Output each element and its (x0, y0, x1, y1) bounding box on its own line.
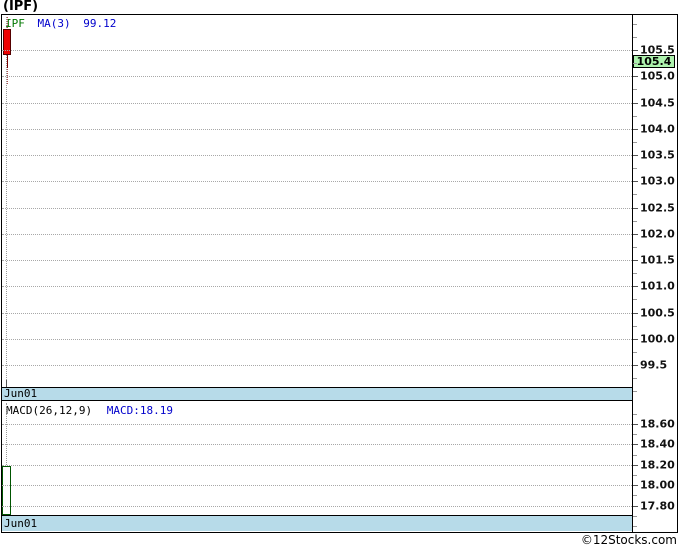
price-axis-label: 105.5 (640, 43, 675, 57)
price-axis-tick (633, 155, 638, 156)
price-axis-minor-tick (633, 378, 637, 380)
price-axis-label: 105.0 (640, 69, 675, 83)
date-label: Jun01 (4, 387, 38, 400)
price-axis-minor-tick (633, 351, 637, 353)
price-gridline (2, 338, 632, 340)
macd-gridline (2, 505, 632, 507)
macd-histogram-bar (2, 465, 11, 515)
price-axis-tick (633, 50, 638, 51)
price-axis-label: 103.5 (640, 148, 675, 162)
macd-axis-tick (633, 464, 638, 466)
macd-indicator-value: MACD:18.19 (106, 404, 173, 417)
macd-gridline (2, 424, 632, 425)
macd-axis-minor-tick (633, 454, 637, 456)
price-gridline (2, 260, 632, 261)
price-axis-minor-tick (633, 89, 637, 91)
price-axis-minor-tick (633, 63, 637, 65)
macd-indicator-label: MACD(26,12,9) (6, 404, 93, 417)
price-gridline (2, 155, 632, 156)
price-axis-minor-tick (633, 36, 637, 38)
date-label: Jun01 (4, 517, 38, 530)
macd-axis-label: 18.20 (640, 458, 675, 472)
price-axis-label: 104.0 (640, 122, 675, 136)
price-axis-minor-tick (633, 23, 637, 25)
footer-brand-link[interactable]: ©12Stocks.com (0, 533, 677, 546)
price-gridline (2, 102, 632, 104)
price-gridline (2, 76, 632, 78)
ma-indicator-label: MA(3) (37, 17, 71, 30)
price-gridline (2, 181, 632, 183)
price-gridline (2, 312, 632, 314)
price-axis-label: 102.5 (640, 201, 675, 214)
price-axis-label: 101.5 (640, 253, 675, 267)
ma-indicator-value: 99.12 (83, 17, 117, 30)
price-axis-tick (633, 233, 638, 235)
price-axis-label: 103.0 (640, 174, 675, 188)
price-axis-label: 101.0 (640, 279, 675, 293)
price-axis-minor-tick (633, 299, 637, 301)
macd-gridline (2, 464, 632, 466)
price-gridline (2, 207, 632, 209)
price-axis-tick (633, 365, 638, 366)
price-gridline (2, 50, 632, 51)
price-axis-label: 100.5 (640, 306, 675, 319)
price-axis-minor-tick (633, 325, 637, 327)
price-axis-label: 104.5 (640, 96, 675, 109)
price-axis-tick (633, 312, 638, 314)
price-axis-tick (633, 207, 638, 209)
macd-axis-tick (633, 424, 638, 425)
macd-axis-minor-tick (633, 495, 637, 497)
price-axis-tick (633, 286, 638, 288)
macd-gridline (2, 485, 632, 487)
macd-axis-minor-tick (633, 515, 637, 517)
macd-axis-minor-tick (633, 413, 637, 415)
macd-axis-minor-tick (633, 434, 637, 436)
candlestick-wick (7, 55, 8, 69)
macd-axis-label: 17.80 (640, 499, 675, 513)
macd-gridline (2, 444, 632, 446)
macd-axis-label: 18.40 (640, 437, 675, 451)
macd-axis-label: 18.60 (640, 417, 675, 431)
price-axis-minor-tick (633, 115, 637, 117)
price-axis-minor-tick (633, 273, 637, 275)
macd-axis-tick (633, 444, 638, 446)
price-axis-label: 99.5 (640, 358, 668, 372)
price-gridline (2, 128, 632, 130)
date-tick-main (6, 380, 7, 387)
price-axis-minor-tick (633, 246, 637, 248)
stock-chart-widget: (IPF) IPF MA(3) 99.12 Jun01 MACD(26,12,9… (0, 0, 680, 546)
price-axis-minor-tick (633, 391, 637, 393)
candlestick-body (3, 29, 11, 56)
main-chart-legend: IPF MA(3) 99.12 (5, 17, 122, 30)
price-gridline (2, 233, 632, 235)
price-axis-tick (633, 128, 638, 130)
date-axis-macd: Jun01 (2, 515, 632, 531)
page-title: (IPF) (3, 0, 39, 14)
price-axis-tick (633, 260, 638, 261)
price-axis-tick (633, 102, 638, 104)
price-axis-tick (633, 338, 638, 340)
current-bar-guideline-macd (6, 403, 7, 465)
macd-legend: MACD(26,12,9) MACD:18.19 (6, 404, 173, 417)
price-gridline (2, 286, 632, 288)
macd-axis-minor-tick (633, 526, 637, 527)
price-axis-minor-tick (633, 141, 637, 143)
chart-frame: IPF MA(3) 99.12 Jun01 MACD(26,12,9) MACD… (1, 14, 678, 533)
price-axis-minor-tick (633, 168, 637, 170)
price-axis-minor-tick (633, 220, 637, 222)
macd-axis-tick (633, 505, 638, 507)
price-axis-tick (633, 76, 638, 78)
price-axis-label: 100.0 (640, 332, 675, 346)
last-price-badge: 105.4 (633, 55, 675, 69)
price-axis-label: 102.0 (640, 227, 675, 241)
macd-axis-minor-tick (633, 475, 637, 476)
date-axis-main: Jun01 (2, 387, 632, 401)
macd-axis-label: 18.00 (640, 478, 675, 492)
price-axis-tick (633, 181, 638, 183)
price-gridline (2, 365, 632, 366)
macd-axis-tick (633, 485, 638, 487)
price-axis-minor-tick (633, 194, 637, 196)
